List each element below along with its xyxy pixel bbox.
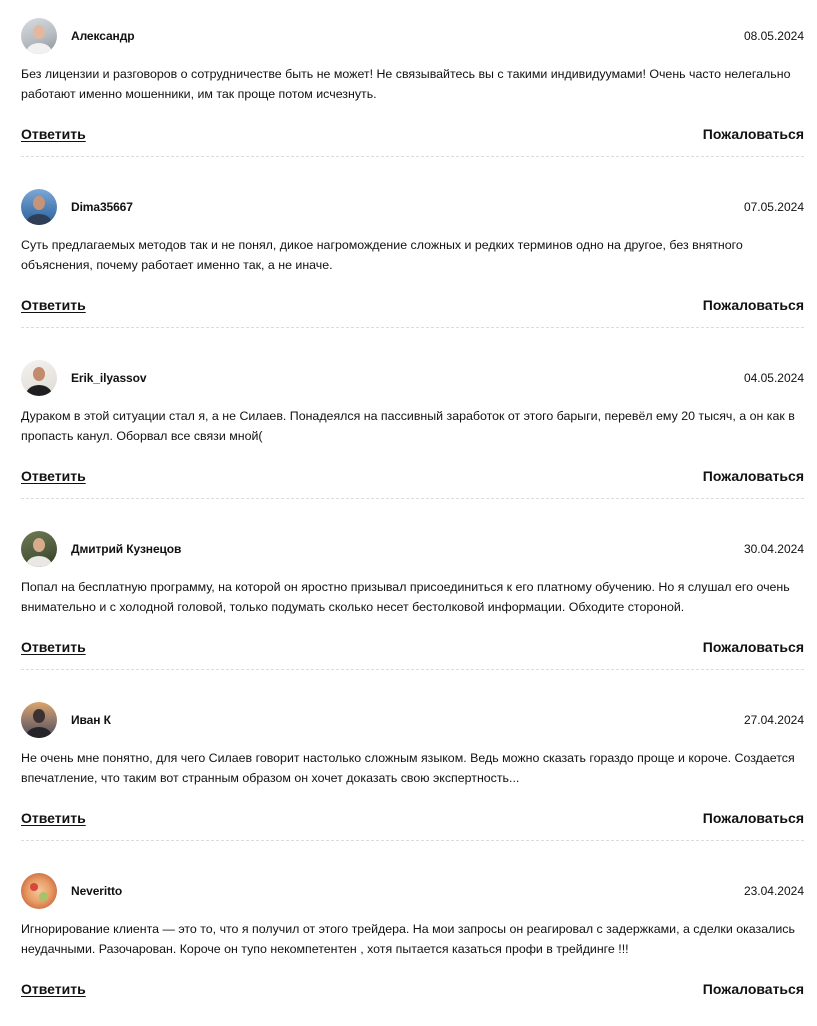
comment-item: Dima35667 07.05.2024 Суть предлагаемых м…	[0, 171, 817, 342]
comment-divider	[21, 156, 804, 157]
comment-header: Дмитрий Кузнецов 30.04.2024	[21, 530, 804, 568]
comment-divider	[21, 669, 804, 670]
avatar	[21, 702, 57, 738]
comment-header: Иван К 27.04.2024	[21, 701, 804, 739]
comment-item: Neveritto 23.04.2024 Игнорирование клиен…	[0, 855, 817, 1026]
report-link[interactable]: Пожаловаться	[703, 639, 804, 655]
comment-divider	[21, 498, 804, 499]
reply-link[interactable]: Ответить	[21, 639, 86, 655]
avatar	[21, 189, 57, 225]
comment-item: Erik_ilyassov 04.05.2024 Дураком в этой …	[0, 342, 817, 513]
comment-actions: Ответить Пожаловаться	[21, 979, 804, 999]
comment-date: 07.05.2024	[743, 200, 804, 214]
comment-header: Erik_ilyassov 04.05.2024	[21, 359, 804, 397]
comment-author: Дмитрий Кузнецов	[71, 542, 182, 556]
report-link[interactable]: Пожаловаться	[703, 126, 804, 142]
comment-text: Попал на бесплатную программу, на которо…	[21, 580, 790, 614]
comment-text: Не очень мне понятно, для чего Силаев го…	[21, 751, 795, 785]
comment-author: Neveritto	[71, 884, 123, 898]
comment-actions: Ответить Пожаловаться	[21, 808, 804, 828]
report-link[interactable]: Пожаловаться	[703, 297, 804, 313]
report-link[interactable]: Пожаловаться	[703, 810, 804, 826]
comment-divider	[21, 327, 804, 328]
comment-actions: Ответить Пожаловаться	[21, 124, 804, 144]
reply-link[interactable]: Ответить	[21, 810, 86, 826]
reply-link[interactable]: Ответить	[21, 981, 86, 997]
comment-header: Neveritto 23.04.2024	[21, 872, 804, 910]
comment-actions: Ответить Пожаловаться	[21, 466, 804, 486]
avatar	[21, 531, 57, 567]
comment-author: Dima35667	[71, 200, 133, 214]
report-link[interactable]: Пожаловаться	[703, 981, 804, 997]
comment-text: Игнорирование клиента — это то, что я по…	[21, 922, 795, 956]
comment-text: Суть предлагаемых методов так и не понял…	[21, 238, 743, 272]
comment-header: Dima35667 07.05.2024	[21, 188, 804, 226]
comment-author: Александр	[71, 29, 135, 43]
avatar	[21, 360, 57, 396]
comment-item: Дмитрий Кузнецов 30.04.2024 Попал на бес…	[0, 513, 817, 684]
avatar	[21, 18, 57, 54]
comment-date: 27.04.2024	[743, 713, 804, 727]
comment-date: 30.04.2024	[743, 542, 804, 556]
avatar	[21, 873, 57, 909]
comment-text: Дураком в этой ситуации стал я, а не Сил…	[21, 409, 795, 443]
reply-link[interactable]: Ответить	[21, 297, 86, 313]
comment-author: Иван К	[71, 713, 111, 727]
report-link[interactable]: Пожаловаться	[703, 468, 804, 484]
comment-actions: Ответить Пожаловаться	[21, 637, 804, 657]
comment-author: Erik_ilyassov	[71, 371, 147, 385]
comment-date: 04.05.2024	[743, 371, 804, 385]
comment-header: Александр 08.05.2024	[21, 17, 804, 55]
comment-text: Без лицензии и разговоров о сотрудничест…	[21, 67, 791, 101]
reply-link[interactable]: Ответить	[21, 126, 86, 142]
comment-actions: Ответить Пожаловаться	[21, 295, 804, 315]
comment-item: Иван К 27.04.2024 Не очень мне понятно, …	[0, 684, 817, 855]
comment-item: Александр 08.05.2024 Без лицензии и разг…	[0, 0, 817, 171]
comment-divider	[21, 840, 804, 841]
comment-date: 23.04.2024	[743, 884, 804, 898]
comment-date: 08.05.2024	[743, 29, 804, 43]
reply-link[interactable]: Ответить	[21, 468, 86, 484]
